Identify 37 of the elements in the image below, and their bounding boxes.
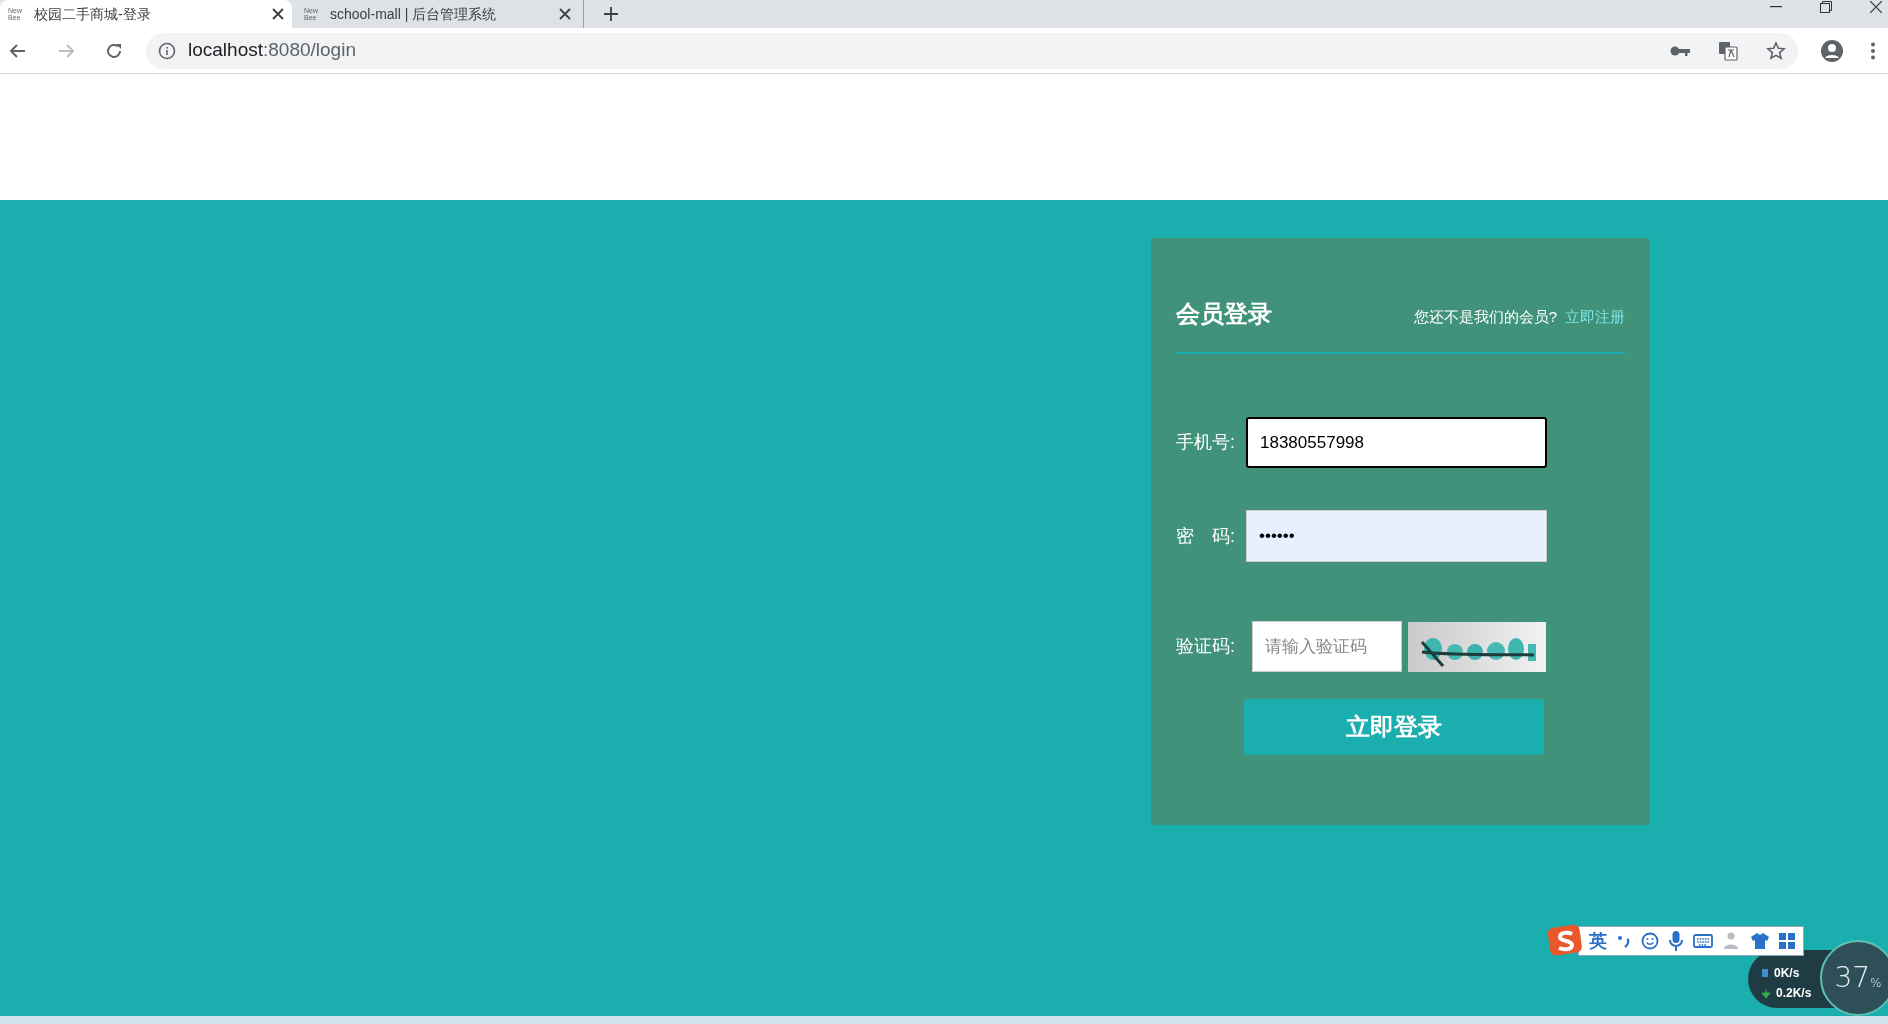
phone-field[interactable]: 18380557998 <box>1246 417 1547 468</box>
tab-title: school-mall | 后台管理系统 <box>330 4 498 24</box>
menu-icon[interactable] <box>1870 41 1876 60</box>
close-icon[interactable] <box>272 8 284 20</box>
login-title: 会员登录 <box>1176 299 1272 329</box>
field-label: 手机号: <box>1176 431 1236 454</box>
profile-icon[interactable] <box>1820 38 1844 63</box>
usage-percent: 37% <box>1834 960 1882 996</box>
microphone-icon[interactable] <box>1669 931 1683 951</box>
scrollbar[interactable] <box>0 1016 1888 1024</box>
star-icon[interactable] <box>1766 40 1786 61</box>
info-icon[interactable] <box>158 41 176 60</box>
smiley-icon[interactable] <box>1641 932 1659 950</box>
shirt-icon[interactable] <box>1751 933 1769 949</box>
field-label: 验证码: <box>1176 635 1236 658</box>
download-arrow-icon <box>1762 988 1770 998</box>
key-icon[interactable] <box>1670 44 1690 57</box>
punctuation-icon[interactable] <box>1617 934 1631 948</box>
input-mode-toggle[interactable]: 英 <box>1589 932 1607 950</box>
minimize-icon[interactable] <box>1770 6 1782 8</box>
url-text: localhost:8080/login <box>188 38 356 63</box>
logo-icon[interactable] <box>1548 925 1584 957</box>
captcha-field[interactable]: 请输入验证码 <box>1252 621 1402 672</box>
close-icon[interactable] <box>559 8 571 20</box>
address-bar[interactable]: localhost:8080/login <box>146 32 1798 69</box>
member-prompt: 您还不是我们的会员? <box>1413 306 1557 327</box>
translate-icon[interactable] <box>1718 40 1738 61</box>
field-label: 密 码: <box>1176 524 1236 548</box>
new-tab-icon[interactable] <box>604 7 618 21</box>
download-speed: 0.2K/s <box>1776 985 1812 1002</box>
password-field[interactable]: •••••• <box>1246 510 1547 562</box>
upload-speed: 0K/s <box>1774 965 1800 982</box>
close-window-icon[interactable] <box>1870 1 1882 13</box>
keyboard-icon[interactable] <box>1693 934 1713 948</box>
restore-icon[interactable] <box>1820 1 1832 13</box>
grid-icon[interactable] <box>1779 933 1795 949</box>
tab-title: 校园二手商城-登录 <box>34 4 152 24</box>
